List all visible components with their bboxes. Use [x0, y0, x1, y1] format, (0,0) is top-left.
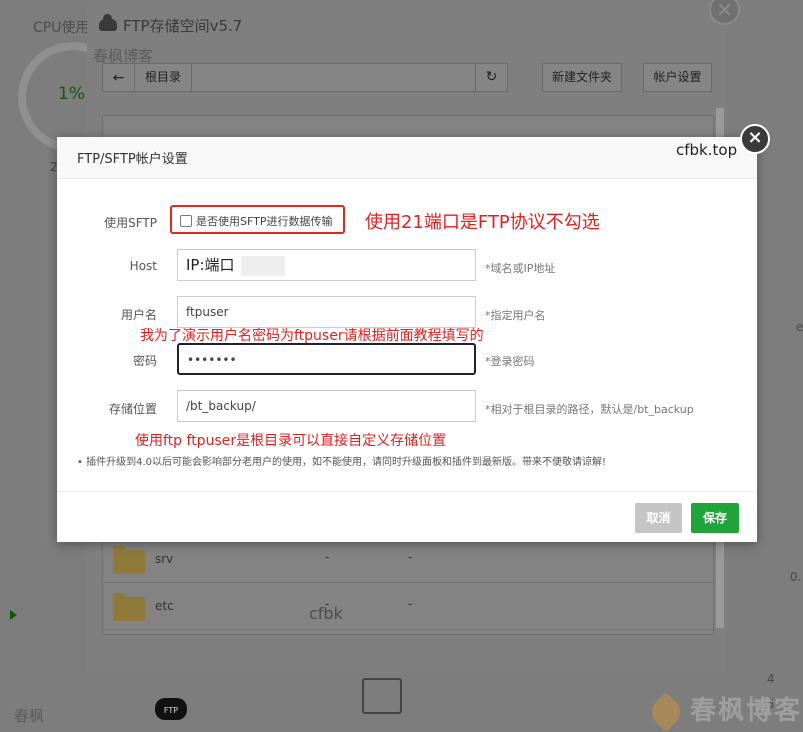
- dialog-header: FTP/SFTP帐户设置 cfbk.top: [57, 137, 757, 179]
- file-name[interactable]: etc: [155, 599, 174, 613]
- ftp-window-header: FTP存储空间v5.7: [87, 5, 727, 45]
- annotation-sftp: 使用21端口是FTP协议不勾选: [365, 212, 600, 233]
- folder-icon: [113, 593, 145, 621]
- dialog-footer: 取消 保存: [57, 491, 757, 542]
- sftp-label: 使用SFTP: [104, 216, 157, 230]
- right-number: 4: [767, 672, 775, 686]
- password-field[interactable]: •••••••: [177, 343, 476, 375]
- cloud-icon: [99, 14, 117, 31]
- ftp-path-bar: ← 根目录 ↻: [102, 63, 508, 92]
- breadcrumb-root[interactable]: 根目录: [135, 64, 193, 91]
- secure-window-icon: [362, 678, 402, 714]
- host-hint: *域名或IP地址: [485, 262, 556, 275]
- back-arrow-icon[interactable]: ←: [103, 64, 135, 91]
- watermark-bottom: cfbk: [309, 604, 343, 623]
- blurred-region: [240, 255, 285, 276]
- new-folder-button[interactable]: 新建文件夹: [542, 63, 622, 92]
- annotation-credentials: 我为了演示用户名密码为ftpuser请根据前面教程填写的: [140, 328, 484, 344]
- cpu-usage-label: CPU使用: [33, 20, 90, 36]
- account-settings-dialog: FTP/SFTP帐户设置 cfbk.top 使用SFTP 是否使用SFTP进行数…: [57, 137, 757, 542]
- sftp-checkbox-group[interactable]: 是否使用SFTP进行数据传输: [170, 205, 345, 234]
- username-hint: *指定用户名: [485, 309, 546, 322]
- account-settings-button[interactable]: 帐户设置: [643, 63, 712, 92]
- ftp-window-title: FTP存储空间v5.7: [123, 16, 243, 35]
- host-label: Host: [129, 259, 157, 273]
- dialog-title: FTP/SFTP帐户设置: [77, 152, 188, 167]
- cancel-button[interactable]: 取消: [635, 503, 682, 533]
- file-size: -: [325, 550, 330, 564]
- play-icon: [10, 610, 17, 620]
- ftp-cloud-icon: FTP: [155, 698, 187, 720]
- folder-icon: [113, 546, 145, 574]
- sftp-checkbox-label[interactable]: 是否使用SFTP进行数据传输: [196, 213, 332, 229]
- username-label: 用户名: [120, 308, 157, 322]
- password-hint: *登录密码: [485, 355, 535, 368]
- logo-text: 春枫博客: [690, 696, 803, 726]
- file-date: -: [408, 550, 413, 564]
- upgrade-note-text: 插件升级到4.0以后可能会影响部分老用户的使用，如不能使用，请同时升级面板和插件…: [86, 457, 606, 468]
- bottom-left-text: 春枫: [14, 707, 45, 725]
- table-row[interactable]: srv - -: [103, 536, 713, 583]
- right-number: e: [796, 320, 803, 334]
- password-label: 密码: [132, 354, 157, 368]
- dialog-watermark: cfbk.top: [676, 141, 738, 159]
- cpu-percent: 1%: [58, 84, 85, 104]
- host-value: IP:端口: [186, 256, 235, 274]
- maple-leaf-icon: [646, 692, 686, 732]
- refresh-icon[interactable]: ↻: [475, 64, 507, 91]
- storage-hint: *相对于根目录的路径，默认是/bt_backup: [485, 403, 694, 416]
- sftp-checkbox[interactable]: [180, 215, 192, 227]
- storage-path-field[interactable]: /bt_backup/: [177, 390, 476, 422]
- upgrade-note: • 插件升级到4.0以后可能会影响部分老用户的使用，如不能使用，请同时升级面板和…: [77, 457, 606, 468]
- file-name[interactable]: srv: [155, 552, 173, 566]
- storage-label: 存储位置: [108, 402, 157, 416]
- table-row[interactable]: etc - -: [103, 583, 713, 630]
- blog-logo: 春枫博客: [646, 690, 803, 732]
- right-number: 0.: [790, 570, 802, 584]
- annotation-storage: 使用ftp ftpuser是根目录可以直接自定义存储位置: [135, 433, 447, 449]
- file-date: -: [408, 597, 413, 611]
- host-field[interactable]: IP:端口: [177, 249, 476, 281]
- save-button[interactable]: 保存: [691, 503, 739, 533]
- dialog-close-icon[interactable]: ×: [740, 124, 770, 154]
- username-field[interactable]: ftpuser: [177, 296, 476, 328]
